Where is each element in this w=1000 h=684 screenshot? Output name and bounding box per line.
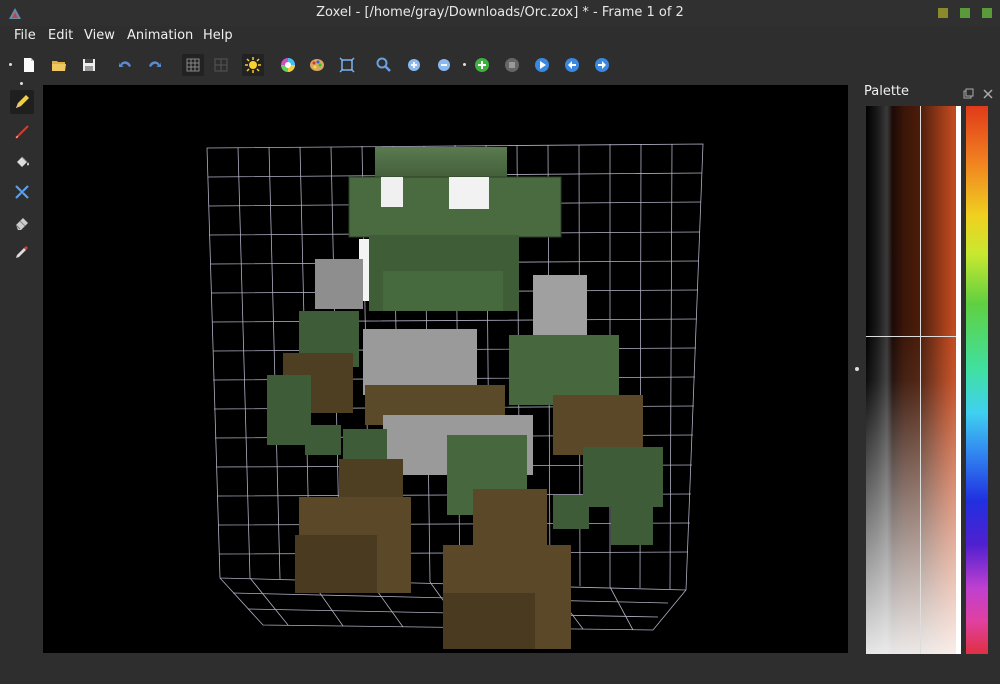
picker-crosshair-vertical: [920, 106, 921, 654]
toolbar: [0, 50, 1000, 80]
color-picker-icon[interactable]: [10, 240, 34, 264]
float-panel-icon[interactable]: [962, 85, 974, 99]
grid-icon[interactable]: [182, 54, 204, 76]
voxel-viewport[interactable]: [43, 85, 848, 653]
fill-icon[interactable]: [10, 150, 34, 174]
pencil-icon[interactable]: [10, 90, 34, 114]
palette-icon[interactable]: [306, 54, 328, 76]
prev-frame-icon[interactable]: [561, 54, 583, 76]
close-panel-icon[interactable]: [982, 85, 994, 99]
fit-view-icon[interactable]: [336, 54, 358, 76]
color-gradient-picker[interactable]: [866, 106, 961, 654]
new-file-icon[interactable]: [18, 54, 40, 76]
menu-animation[interactable]: Animation: [127, 28, 193, 43]
palette-title: Palette: [864, 84, 910, 99]
undo-icon[interactable]: [114, 54, 136, 76]
add-frame-icon[interactable]: [471, 54, 493, 76]
next-frame-icon[interactable]: [591, 54, 613, 76]
menu-edit[interactable]: Edit: [48, 28, 73, 43]
line-icon[interactable]: [10, 120, 34, 144]
dock-splitter[interactable]: [855, 367, 859, 371]
orc-model: [267, 147, 663, 649]
zoom-in-icon[interactable]: [403, 54, 425, 76]
save-icon[interactable]: [78, 54, 100, 76]
light-icon[interactable]: [242, 54, 264, 76]
play-icon[interactable]: [531, 54, 553, 76]
toolbar-separator: [463, 63, 466, 66]
grid-alt-icon[interactable]: [210, 54, 232, 76]
status-bar: [0, 655, 1000, 684]
voxel-scene: [206, 143, 704, 649]
tools-handle[interactable]: [20, 82, 23, 85]
open-folder-icon[interactable]: [48, 54, 70, 76]
menu-file[interactable]: File: [14, 28, 36, 43]
close-button[interactable]: [982, 8, 992, 18]
zoom-out-icon[interactable]: [433, 54, 455, 76]
stop-icon[interactable]: [501, 54, 523, 76]
tool-column: [0, 82, 42, 652]
picker-crosshair-horizontal: [866, 336, 961, 337]
move-icon[interactable]: [10, 180, 34, 204]
hue-slider[interactable]: [966, 106, 988, 654]
toolbar-handle[interactable]: [9, 63, 12, 66]
menu-help[interactable]: Help: [203, 28, 233, 43]
color-wheel-icon[interactable]: [277, 54, 299, 76]
menu-view[interactable]: View: [84, 28, 115, 43]
palette-panel: Palette: [860, 82, 1000, 654]
maximize-button[interactable]: [960, 8, 970, 18]
eraser-icon[interactable]: [10, 210, 34, 234]
gradient-overlay: [866, 106, 961, 654]
minimize-button[interactable]: [938, 8, 948, 18]
menu-bar: File Edit View Animation Help: [0, 26, 1000, 48]
zoom-icon[interactable]: [373, 54, 395, 76]
selected-color-strip[interactable]: [956, 106, 961, 654]
redo-icon[interactable]: [144, 54, 166, 76]
window-title: Zoxel - [/home/gray/Downloads/Orc.zox] *…: [316, 5, 684, 20]
title-bar: Zoxel - [/home/gray/Downloads/Orc.zox] *…: [0, 0, 1000, 27]
